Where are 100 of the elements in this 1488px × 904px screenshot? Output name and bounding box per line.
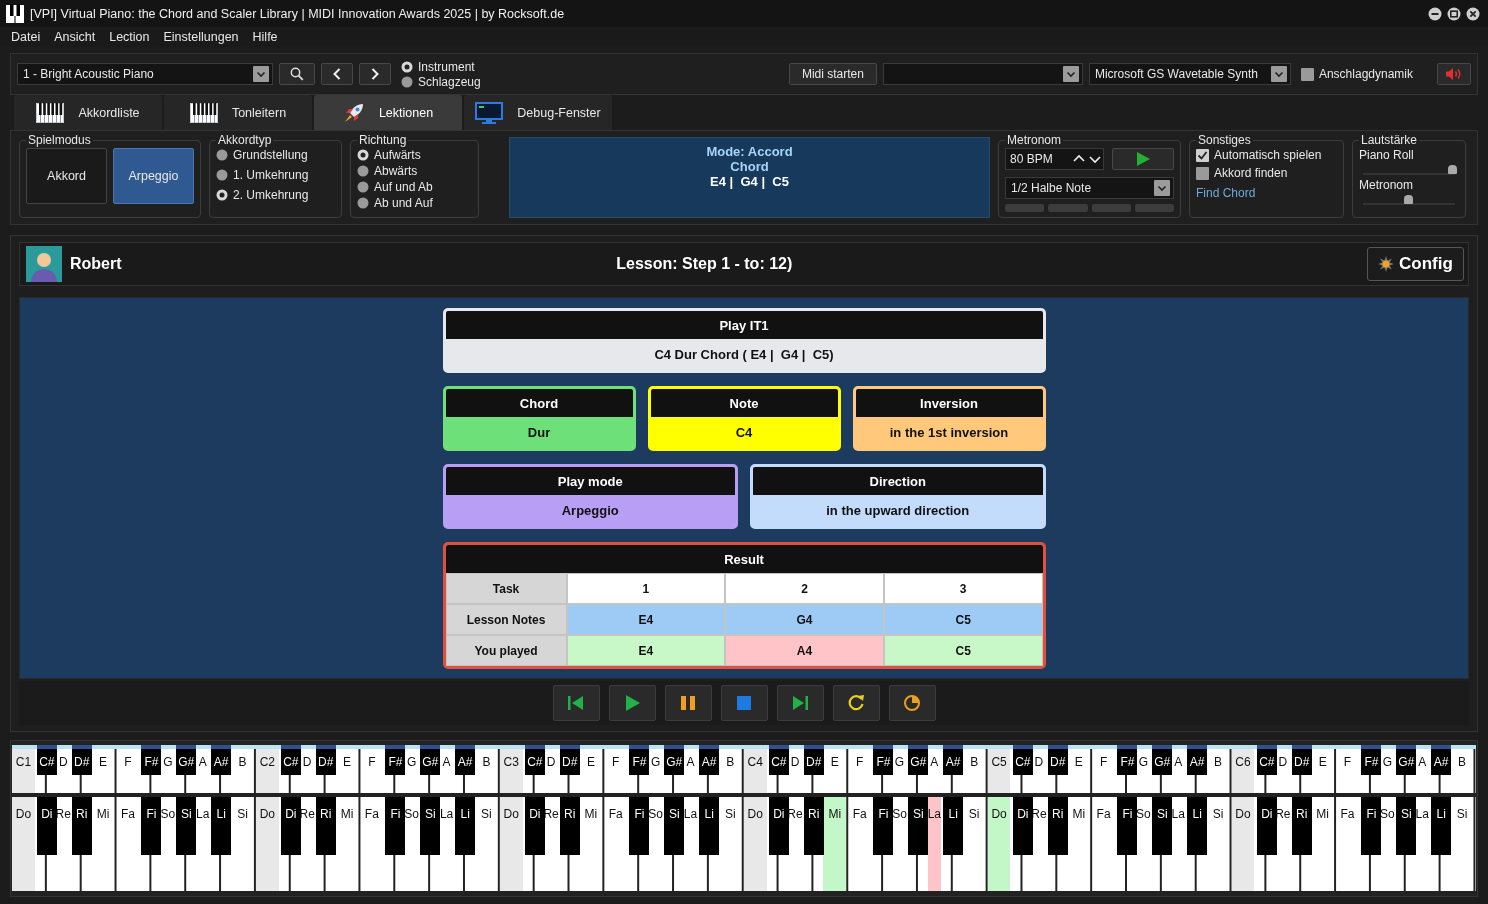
note-key[interactable]: F# <box>1361 745 1382 775</box>
piano-key[interactable]: Li <box>211 797 232 855</box>
note-key[interactable]: A# <box>1187 745 1208 775</box>
minimize-button[interactable] <box>1428 6 1442 21</box>
note-key[interactable]: F# <box>873 745 894 775</box>
radio-button[interactable] <box>216 189 228 201</box>
note-key[interactable]: B <box>962 749 986 793</box>
piano-key[interactable]: Si <box>1206 797 1230 891</box>
radio-button[interactable] <box>401 60 413 73</box>
play-button[interactable] <box>608 685 656 721</box>
note-key[interactable]: F <box>360 749 384 793</box>
menu-item[interactable]: Datei <box>11 30 41 44</box>
checkbox[interactable] <box>1196 166 1209 180</box>
checkbox[interactable] <box>1300 67 1314 81</box>
note-key[interactable]: C6 <box>1231 749 1255 793</box>
piano-key[interactable]: Do <box>255 797 279 891</box>
tab[interactable]: Lektionen <box>314 95 462 130</box>
piano-key[interactable]: Fa <box>360 797 384 891</box>
note-key[interactable]: A# <box>455 745 476 775</box>
note-key[interactable]: E <box>335 749 359 793</box>
piano-key[interactable]: Mi <box>823 797 847 891</box>
note-key[interactable]: C# <box>1012 745 1033 775</box>
note-key[interactable]: A# <box>943 745 964 775</box>
note-key[interactable]: D <box>300 749 314 793</box>
piano-key[interactable]: Li <box>943 797 964 855</box>
note-key[interactable]: D# <box>1291 745 1312 775</box>
note-key[interactable]: G# <box>1396 745 1417 775</box>
note-key[interactable]: B <box>718 749 742 793</box>
piano-key[interactable]: So <box>893 797 906 891</box>
slider-thumb[interactable] <box>1404 195 1413 204</box>
piano-key[interactable]: Di <box>36 797 57 855</box>
piano-key[interactable]: Si <box>474 797 498 891</box>
sound-button[interactable] <box>1437 63 1471 85</box>
note-key[interactable]: B <box>231 749 254 793</box>
note-key[interactable]: E <box>823 749 847 793</box>
piano-key[interactable]: Di <box>1012 797 1033 855</box>
piano-key[interactable]: La <box>927 797 941 891</box>
piano-key[interactable]: Mi <box>91 797 115 891</box>
piano-key[interactable]: Si <box>908 797 929 855</box>
note-key[interactable]: G <box>1380 749 1394 793</box>
piano-key[interactable]: Si <box>1396 797 1417 855</box>
radio-button[interactable] <box>357 149 369 161</box>
note-key[interactable]: A# <box>211 745 232 775</box>
pause-button[interactable] <box>664 685 712 721</box>
piano-key[interactable]: Do <box>1231 797 1255 891</box>
note-key[interactable]: F# <box>141 745 162 775</box>
piano-key[interactable]: Si <box>718 797 742 891</box>
piano-key[interactable]: La <box>1415 797 1429 891</box>
note-key[interactable]: B <box>474 749 498 793</box>
note-key[interactable]: G# <box>1152 745 1173 775</box>
piano-key[interactable]: Do <box>12 797 35 891</box>
piano-key[interactable]: Fi <box>385 797 406 855</box>
piano-key[interactable]: Fi <box>1117 797 1138 855</box>
slider-track[interactable] <box>1363 165 1455 175</box>
note-key[interactable]: B <box>1206 749 1230 793</box>
piano-key[interactable]: Fi <box>873 797 894 855</box>
piano-key[interactable]: Ri <box>315 797 336 855</box>
timer-button[interactable] <box>888 685 936 721</box>
midi-device-select[interactable]: Microsoft GS Wavetable Synth <box>1088 63 1291 85</box>
note-key[interactable]: D <box>544 749 558 793</box>
piano-key[interactable]: Si <box>176 797 197 855</box>
piano-key[interactable]: Mi <box>1311 797 1335 891</box>
repeat-button[interactable] <box>832 685 880 721</box>
note-key[interactable]: A# <box>699 745 720 775</box>
radio-button[interactable] <box>357 181 369 193</box>
mode-button[interactable]: Akkord <box>26 148 107 204</box>
note-key[interactable]: G# <box>176 745 197 775</box>
note-key[interactable]: C1 <box>12 749 35 793</box>
maximize-button[interactable] <box>1447 6 1461 21</box>
piano-key[interactable]: Si <box>664 797 685 855</box>
note-key[interactable]: E <box>91 749 115 793</box>
note-key[interactable]: C4 <box>743 749 767 793</box>
note-key[interactable]: C3 <box>499 749 523 793</box>
next-button[interactable] <box>359 63 391 85</box>
midi-input-select[interactable] <box>882 63 1083 85</box>
piano-key[interactable]: Fi <box>141 797 162 855</box>
piano-key[interactable]: La <box>684 797 697 891</box>
checkbox[interactable] <box>1196 148 1209 162</box>
note-key[interactable]: E <box>1067 749 1091 793</box>
piano-key[interactable]: Fa <box>1336 797 1359 891</box>
piano-key[interactable]: So <box>1380 797 1394 891</box>
piano-key[interactable]: So <box>649 797 663 891</box>
note-key[interactable]: D# <box>559 745 580 775</box>
piano-key[interactable]: Di <box>768 797 789 855</box>
note-key[interactable]: G# <box>908 745 929 775</box>
stop-button[interactable] <box>720 685 768 721</box>
skip-back-button[interactable] <box>552 685 600 721</box>
note-key[interactable]: C# <box>768 745 789 775</box>
slider-track[interactable] <box>1363 195 1455 205</box>
close-button[interactable] <box>1466 6 1480 21</box>
tab[interactable]: Akkordliste <box>14 95 162 130</box>
piano-key[interactable]: Fi <box>629 797 650 855</box>
note-key[interactable]: F# <box>629 745 650 775</box>
piano-key[interactable]: Si <box>1152 797 1173 855</box>
radio-button[interactable] <box>357 165 369 177</box>
piano-key[interactable]: So <box>405 797 419 891</box>
note-key[interactable]: D# <box>1047 745 1068 775</box>
piano-key[interactable]: Si <box>231 797 254 891</box>
note-key[interactable]: A# <box>1431 745 1452 775</box>
note-key[interactable]: F# <box>1117 745 1138 775</box>
